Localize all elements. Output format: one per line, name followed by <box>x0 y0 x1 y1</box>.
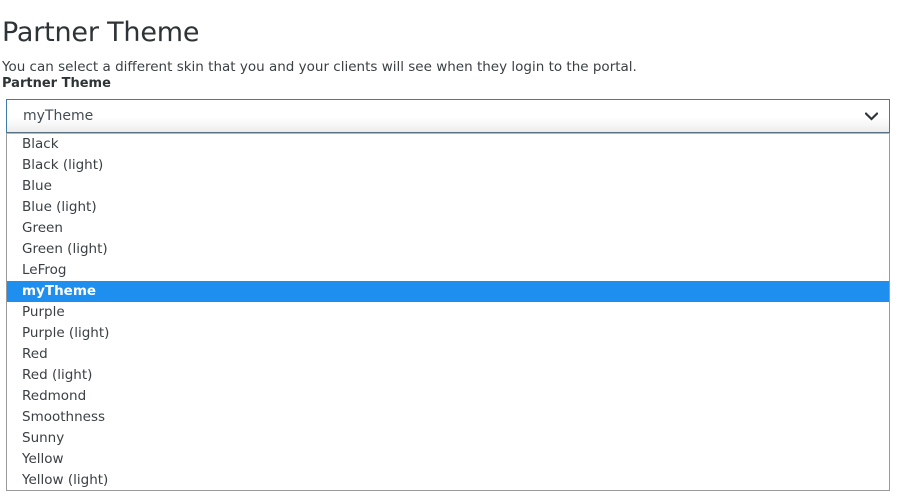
page-title: Partner Theme <box>2 17 200 49</box>
dropdown-option[interactable]: Blue <box>7 176 889 197</box>
page-description: You can select a different skin that you… <box>2 58 637 75</box>
dropdown-option[interactable]: Red (light) <box>7 365 889 386</box>
dropdown-option[interactable]: Black <box>7 134 889 155</box>
partner-theme-option-list: Black Black (light) Blue Blue (light) Green G… <box>7 134 889 490</box>
dropdown-option[interactable]: Redmond <box>7 386 889 407</box>
partner-theme-selected-value: myTheme <box>23 108 94 124</box>
chevron-down-icon[interactable] <box>863 100 879 132</box>
dropdown-option[interactable]: Sunny <box>7 428 889 449</box>
dropdown-option[interactable]: Yellow (light) <box>7 470 889 490</box>
partner-theme-field-label: Partner Theme <box>2 76 111 91</box>
dropdown-option[interactable]: Purple (light) <box>7 323 889 344</box>
partner-theme-page: Partner Theme You can select a different… <box>0 0 902 500</box>
dropdown-option[interactable]: Red <box>7 344 889 365</box>
dropdown-option[interactable]: Green <box>7 218 889 239</box>
partner-theme-select[interactable]: myTheme <box>6 99 890 133</box>
dropdown-option[interactable]: Green (light) <box>7 239 889 260</box>
dropdown-option[interactable]: Smoothness <box>7 407 889 428</box>
dropdown-option[interactable]: Purple <box>7 302 889 323</box>
dropdown-option[interactable]: Blue (light) <box>7 197 889 218</box>
dropdown-option[interactable]: Black (light) <box>7 155 889 176</box>
dropdown-option[interactable]: myTheme <box>7 281 889 302</box>
dropdown-option[interactable]: Yellow <box>7 449 889 470</box>
partner-theme-dropdown-panel[interactable]: Black Black (light) Blue Blue (light) Green G… <box>6 133 890 491</box>
dropdown-option[interactable]: LeFrog <box>7 260 889 281</box>
